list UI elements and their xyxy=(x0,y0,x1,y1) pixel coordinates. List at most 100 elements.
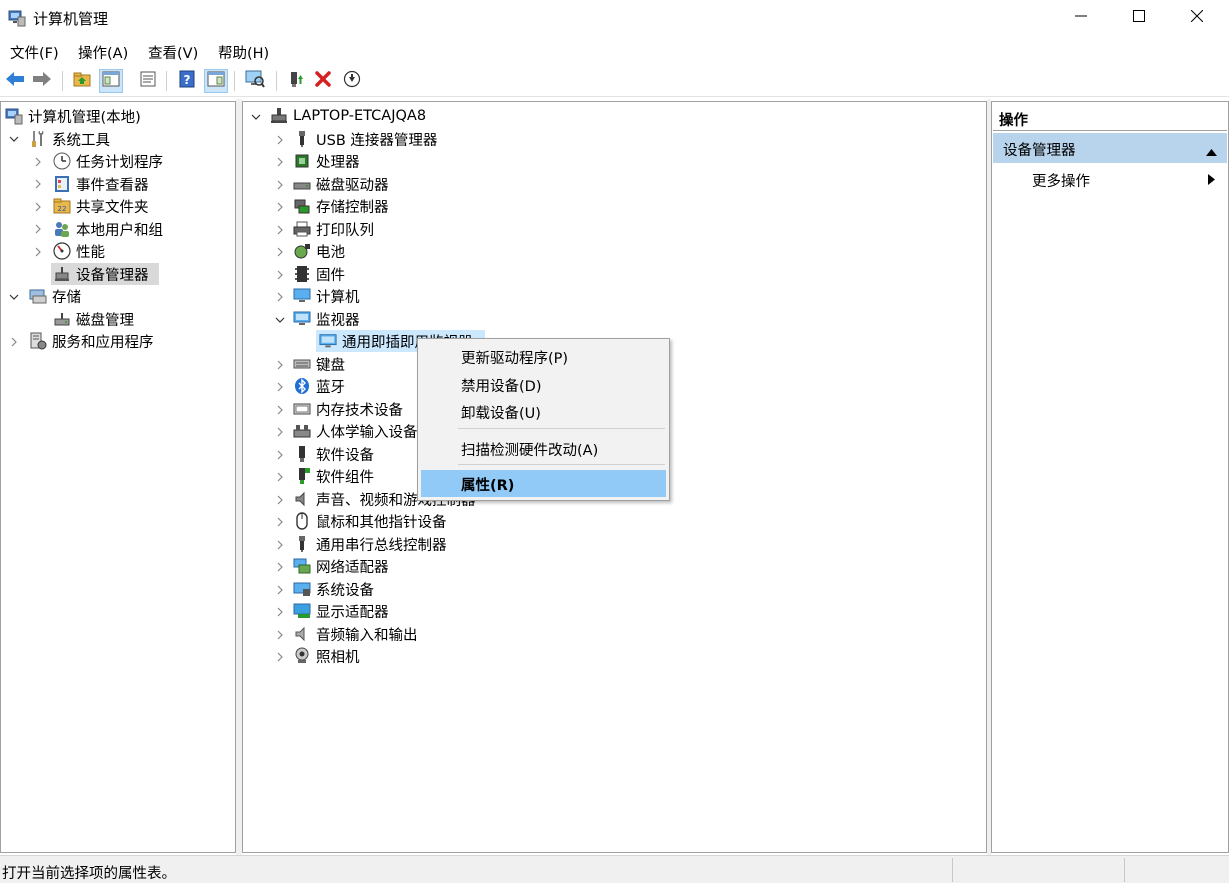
device-category-item[interactable]: 人体学输入设备 xyxy=(293,420,418,442)
device-category-item[interactable]: 磁盘驱动器 xyxy=(293,173,389,195)
menu-view[interactable]: 查看(V) xyxy=(148,42,198,63)
device-category-item[interactable]: 计算机 xyxy=(293,285,360,307)
chevron-right-icon[interactable] xyxy=(275,157,285,167)
uninstall-button[interactable] xyxy=(311,69,335,93)
device-category-item[interactable]: 打印队列 xyxy=(293,218,374,240)
chevron-right-icon[interactable] xyxy=(33,202,43,212)
menu-scan-hardware[interactable]: 扫描检测硬件改动(A) xyxy=(421,435,666,462)
chevron-right-icon[interactable] xyxy=(275,202,285,212)
menu-update-driver[interactable]: 更新驱动程序(P) xyxy=(421,343,666,370)
chevron-right-icon[interactable] xyxy=(275,247,285,257)
chevron-right-icon[interactable] xyxy=(275,585,285,595)
chevron-right-icon[interactable] xyxy=(275,382,285,392)
device-category-item[interactable]: 固件 xyxy=(293,263,345,285)
chevron-down-icon[interactable] xyxy=(251,112,261,122)
menu-file[interactable]: 文件(F) xyxy=(10,42,59,63)
collapse-triangle-icon[interactable] xyxy=(1206,144,1217,160)
chevron-right-icon[interactable] xyxy=(275,360,285,370)
properties-button[interactable] xyxy=(136,69,160,93)
menu-disable-device[interactable]: 禁用设备(D) xyxy=(421,371,666,398)
actions-group-device-manager[interactable]: 设备管理器 xyxy=(993,133,1227,163)
tree-item-shared-folders[interactable]: 22 共享文件夹 xyxy=(53,195,149,217)
menu-action[interactable]: 操作(A) xyxy=(78,42,128,63)
chevron-down-icon[interactable] xyxy=(9,292,19,302)
device-category-item[interactable]: 照相机 xyxy=(293,645,360,667)
action-pane-icon xyxy=(207,71,225,91)
minimize-button[interactable] xyxy=(1052,0,1110,36)
device-category-item[interactable]: 键盘 xyxy=(293,353,345,375)
forward-button[interactable] xyxy=(30,69,54,93)
device-category-item[interactable]: 处理器 xyxy=(293,150,360,172)
chevron-right-icon[interactable] xyxy=(33,224,43,234)
chevron-right-icon[interactable] xyxy=(275,427,285,437)
more-actions-link[interactable]: 更多操作 xyxy=(1032,170,1090,191)
chevron-right-icon[interactable] xyxy=(275,540,285,550)
chevron-right-icon[interactable] xyxy=(275,630,285,640)
maximize-button[interactable] xyxy=(1110,0,1168,36)
tree-label: 系统工具 xyxy=(52,132,110,149)
chevron-right-icon[interactable] xyxy=(275,405,285,415)
device-category-item[interactable]: 电池 xyxy=(293,240,345,262)
chevron-right-icon[interactable] xyxy=(275,292,285,302)
tree-item-task-scheduler[interactable]: 任务计划程序 xyxy=(53,150,163,172)
up-level-button[interactable] xyxy=(70,69,94,93)
tree-item-computer-management[interactable]: 计算机管理(本地) xyxy=(5,105,141,127)
chevron-right-icon[interactable] xyxy=(33,179,43,189)
action-pane-button[interactable] xyxy=(204,69,228,93)
tree-label: LAPTOP-ETCAJQA8 xyxy=(293,108,427,124)
close-button[interactable] xyxy=(1168,0,1226,36)
show-hide-tree-button[interactable] xyxy=(99,69,123,93)
device-category-item[interactable]: 音频输入和输出 xyxy=(293,623,418,645)
chevron-right-icon[interactable] xyxy=(275,180,285,190)
tree-item-services-apps[interactable]: 服务和应用程序 xyxy=(29,330,154,352)
back-button[interactable] xyxy=(3,69,27,93)
chevron-right-icon[interactable] xyxy=(9,337,19,347)
audio-io-icon xyxy=(293,625,311,643)
svg-text:22: 22 xyxy=(58,205,67,213)
device-category-item[interactable]: 蓝牙 xyxy=(293,375,345,397)
tree-item-local-users[interactable]: 本地用户和组 xyxy=(53,218,163,240)
chevron-right-icon[interactable] xyxy=(275,450,285,460)
chevron-right-icon[interactable] xyxy=(275,135,285,145)
chevron-right-icon[interactable] xyxy=(275,270,285,280)
chevron-right-icon[interactable] xyxy=(275,562,285,572)
tree-item-computer-root[interactable]: LAPTOP-ETCAJQA8 xyxy=(270,105,426,127)
tree-item-event-viewer[interactable]: 事件查看器 xyxy=(53,173,149,195)
chevron-right-icon[interactable] xyxy=(33,157,43,167)
chevron-right-icon[interactable] xyxy=(275,472,285,482)
tree-item-performance[interactable]: 性能 xyxy=(53,240,105,262)
menu-help[interactable]: 帮助(H) xyxy=(218,42,269,63)
device-category-item[interactable]: 网络适配器 xyxy=(293,555,389,577)
chevron-right-icon[interactable] xyxy=(275,607,285,617)
device-category-item[interactable]: 通用串行总线控制器 xyxy=(293,533,447,555)
device-category-label: 计算机 xyxy=(316,289,360,306)
scan-hardware-button[interactable] xyxy=(243,69,267,93)
chevron-right-icon[interactable] xyxy=(275,225,285,235)
chevron-right-icon[interactable] xyxy=(275,652,285,662)
tree-item-storage[interactable]: 存储 xyxy=(29,285,81,307)
disable-device-button[interactable] xyxy=(340,69,364,93)
device-category-item[interactable]: 软件设备 xyxy=(293,443,374,465)
hid-icon xyxy=(293,422,311,440)
chevron-right-icon[interactable] xyxy=(33,247,43,257)
tree-item-disk-management[interactable]: 磁盘管理 xyxy=(53,308,134,330)
chevron-down-icon[interactable] xyxy=(9,134,19,144)
submenu-triangle-icon[interactable] xyxy=(1208,173,1215,189)
tree-item-system-tools[interactable]: 系统工具 xyxy=(29,128,110,150)
device-category-item[interactable]: 鼠标和其他指针设备 xyxy=(293,510,447,532)
device-category-item[interactable]: 内存技术设备 xyxy=(293,398,403,420)
chevron-right-icon[interactable] xyxy=(275,495,285,505)
chevron-right-icon[interactable] xyxy=(275,517,285,527)
device-category-item[interactable]: 存储控制器 xyxy=(293,195,389,217)
device-category-item[interactable]: 软件组件 xyxy=(293,465,374,487)
chevron-down-icon[interactable] xyxy=(275,315,285,325)
device-category-item[interactable]: USB 连接器管理器 xyxy=(293,128,437,150)
menu-properties[interactable]: 属性(R) xyxy=(421,470,666,497)
tree-item-device-manager[interactable]: 设备管理器 xyxy=(51,263,159,285)
device-category-item[interactable]: 显示适配器 xyxy=(293,600,389,622)
device-category-item[interactable]: 系统设备 xyxy=(293,578,374,600)
help-button[interactable]: ? xyxy=(175,69,199,93)
update-driver-button[interactable] xyxy=(284,69,308,93)
device-category-item[interactable]: 监视器 xyxy=(293,308,360,330)
menu-uninstall-device[interactable]: 卸载设备(U) xyxy=(421,398,666,425)
